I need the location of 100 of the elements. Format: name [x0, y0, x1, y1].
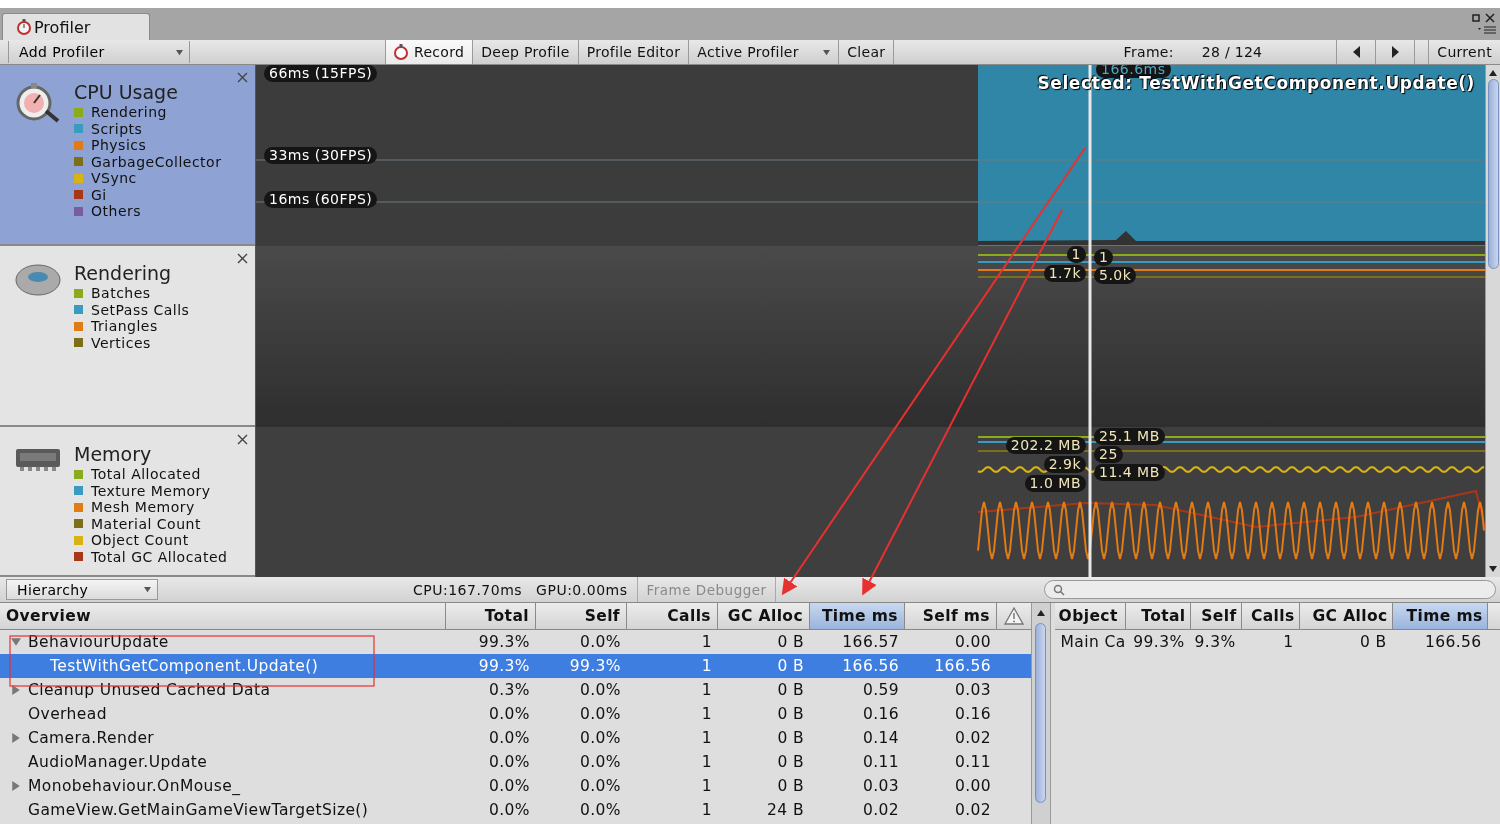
stopwatch-icon	[394, 44, 408, 60]
frame-counter: 28 / 124	[1201, 44, 1263, 60]
table-cell-text: 9.3%	[1193, 633, 1237, 651]
table-cell-text: 166.56	[841, 657, 900, 675]
hierarchy-row[interactable]: BehaviourUpdate 99.3% 0.0% 1 0 B 166.57 0.00	[0, 630, 1031, 654]
table-cell-text: 0.03	[953, 681, 992, 699]
close-icon[interactable]	[237, 72, 248, 83]
legend-label: Scripts	[91, 120, 143, 137]
stopwatch-icon	[14, 81, 62, 123]
collapsed-triangle-icon[interactable]	[11, 733, 21, 743]
table-cell-text: 0.0%	[488, 729, 531, 747]
table-cell-text: 1	[700, 753, 713, 771]
profiler-module-panel[interactable]: Rendering Batches SetPass Calls Triangles Vertices	[0, 246, 255, 427]
table-cell-text: 1	[700, 633, 713, 651]
cpu-time-label: CPU:167.70ms	[413, 581, 523, 598]
table-cell-text: 0.0%	[579, 777, 622, 795]
hierarchy-dropdown[interactable]: Hierarchy	[6, 579, 158, 600]
torus-icon	[14, 262, 62, 298]
table-cell-text: Main Ca	[1059, 633, 1126, 651]
record-button[interactable]: Record	[385, 40, 473, 64]
table-cell-text: 1	[1282, 633, 1295, 651]
column-header[interactable]: Self	[536, 603, 627, 629]
expanded-triangle-icon[interactable]	[11, 637, 21, 647]
table-cell-text: 1	[700, 657, 713, 675]
table-cell-text: 0.00	[953, 777, 992, 795]
column-header[interactable]: Total	[1125, 603, 1191, 629]
table-cell-text: 1	[700, 777, 713, 795]
table-cell-text: 166.56	[1423, 633, 1483, 651]
column-header[interactable]: Calls	[1241, 603, 1300, 629]
table-cell-text: 0.00	[953, 633, 992, 651]
scrollbar[interactable]	[1485, 65, 1500, 577]
gpu-time-label: GPU:0.00ms	[536, 581, 628, 598]
column-header[interactable]: Calls	[627, 603, 718, 629]
function-name-cell: BehaviourUpdate	[0, 633, 446, 651]
column-header[interactable]: Total	[446, 603, 536, 629]
table-cell-text: 0.59	[861, 681, 900, 699]
column-header[interactable]: Object	[1054, 603, 1126, 629]
hierarchy-row[interactable]: AudioManager.Update 0.0% 0.0% 1 0 B 0.11 0.11	[0, 750, 1031, 774]
table-cell-text: 0 B	[776, 705, 805, 723]
table-cell-text: 0.0%	[488, 753, 531, 771]
legend-label: Total Allocated	[91, 466, 201, 483]
hierarchy-row[interactable]: Monobehaviour.OnMouse_ 0.0% 0.0% 1 0 B 0.03 0.00	[0, 774, 1031, 798]
column-header[interactable]: Time ms	[1392, 603, 1488, 629]
collapsed-triangle-icon[interactable]	[11, 685, 21, 695]
hierarchy-row[interactable]: Camera.Render 0.0% 0.0% 1 0 B 0.14 0.02	[0, 726, 1031, 750]
toolbar-button[interactable]: Profile Editor	[577, 40, 689, 64]
profiler-module-panel[interactable]: Memory Total Allocated Texture Memory Mesh Memory Material Count Object Count Total GC Allocated	[0, 427, 255, 577]
hierarchy-row[interactable]: Cleanup Unused Cached Data 0.3% 0.0% 1 0 B 0.59 0.03	[0, 678, 1031, 702]
active-profiler-dropdown[interactable]: Active Profiler	[688, 40, 839, 64]
table-cell-text: 1	[700, 705, 713, 723]
column-header[interactable]: GC Alloc	[718, 603, 810, 629]
table-cell-text: 0.0%	[579, 633, 622, 651]
hierarchy-row[interactable]: GameView.GetMainGameViewTargetSize() 0.0% 0.0% 1 24 B 0.02 0.02	[0, 798, 1031, 822]
up-arrow-icon	[1036, 609, 1045, 617]
scrollbar[interactable]	[1030, 603, 1051, 824]
warning-icon[interactable]	[1004, 607, 1024, 625]
object-row[interactable]: Main Ca 99.3% 9.3% 1 0 B 166.56	[1054, 630, 1500, 654]
graph-value-label: 202.2 MB	[1005, 437, 1086, 454]
column-header[interactable]: Time ms	[810, 603, 905, 629]
toolbar-button[interactable]: Deep Profile	[472, 40, 578, 64]
table-cell-text: 1	[700, 681, 713, 699]
graph-value-label: 25	[1094, 446, 1123, 463]
table-cell-text: 0.14	[861, 729, 900, 747]
current-frame-button[interactable]: Current	[1428, 40, 1500, 64]
table-cell-text: 0 B	[776, 729, 805, 747]
table-cell-text: 0.02	[861, 801, 900, 819]
maximize-icon[interactable]	[1472, 13, 1496, 23]
profiler-tab[interactable]: Profiler	[2, 13, 150, 40]
up-arrow-icon	[1489, 69, 1497, 77]
function-name-cell: Monobehaviour.OnMouse_	[0, 777, 446, 795]
table-cell-text: 0.0%	[488, 705, 531, 723]
table-cell-text: 0.0%	[579, 681, 622, 699]
hierarchy-row[interactable]: TestWithGetComponent.Update() 99.3% 99.3% 1 0 B 166.56 166.56	[0, 654, 1031, 678]
table-cell-text: 0.0%	[579, 705, 622, 723]
close-icon[interactable]	[237, 253, 248, 264]
close-icon[interactable]	[237, 434, 248, 445]
table-cell-text: 0 B	[776, 777, 805, 795]
profiler-module-panel[interactable]: CPU Usage Rendering Scripts Physics GarbageCollector VSync Gi Others	[0, 65, 255, 246]
column-header[interactable]: Self	[1190, 603, 1242, 629]
threshold-label: 33ms (30FPS)	[264, 147, 378, 164]
toolbar-button[interactable]: Clear	[838, 40, 894, 64]
column-header[interactable]: Overview	[0, 603, 446, 629]
search-field[interactable]	[1044, 580, 1496, 599]
legend-label: Physics	[91, 137, 147, 154]
legend-label: VSync	[91, 170, 137, 187]
column-header[interactable]: GC Alloc	[1299, 603, 1393, 629]
down-arrow-icon	[1489, 565, 1497, 573]
collapsed-triangle-icon[interactable]	[11, 781, 21, 791]
column-header[interactable]: Self ms	[905, 603, 997, 629]
graph-value-label: 1.0 MB	[1024, 475, 1086, 492]
legend-label: Total GC Allocated	[91, 548, 228, 565]
table-cell-text: 1	[700, 729, 713, 747]
module-title: Memory	[74, 443, 153, 465]
legend-label: Others	[91, 203, 142, 220]
table-cell-text: 0.16	[861, 705, 900, 723]
hierarchy-row[interactable]: Overhead 0.0% 0.0% 1 0 B 0.16 0.16	[0, 702, 1031, 726]
add-profiler-dropdown[interactable]: Add Profiler	[8, 41, 190, 63]
graph-value-label: 5.0k	[1094, 267, 1137, 284]
stopwatch-icon	[17, 19, 31, 35]
function-name-cell: Cleanup Unused Cached Data	[0, 681, 446, 699]
